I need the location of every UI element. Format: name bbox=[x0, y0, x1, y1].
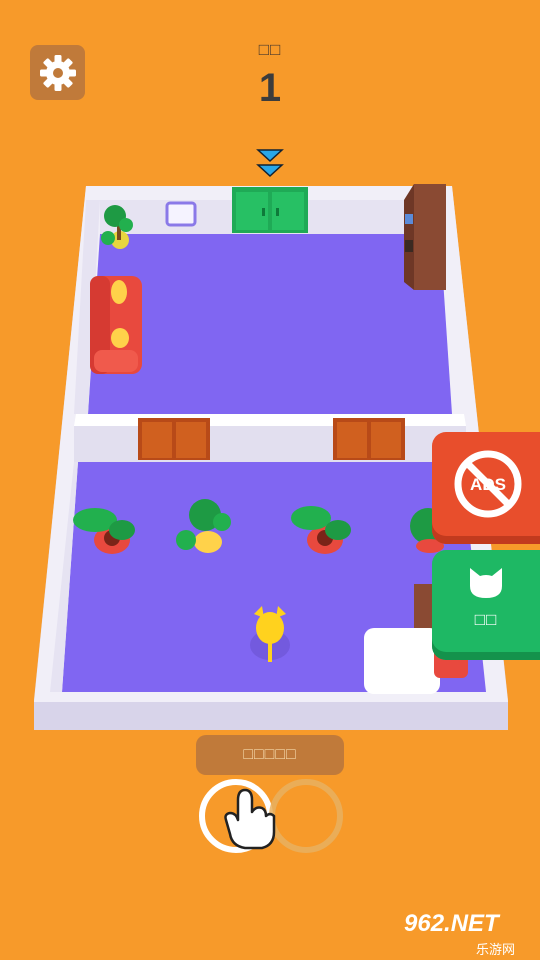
no-ads-icon: ADS bbox=[454, 450, 522, 518]
skins-label: □□ bbox=[474, 610, 498, 629]
cabinet-door bbox=[138, 418, 210, 460]
hint-label: □□□□□ bbox=[196, 735, 344, 775]
picture-frame bbox=[165, 201, 197, 227]
skins-button[interactable]: □□ bbox=[432, 550, 540, 660]
exit-door bbox=[232, 187, 308, 233]
no-ads-button[interactable]: ADS bbox=[432, 432, 540, 544]
bookshelf bbox=[404, 184, 446, 290]
watermark-brand: 962.NET bbox=[404, 910, 499, 937]
watermark-sub: 乐游网 bbox=[476, 942, 516, 957]
couch bbox=[90, 276, 142, 374]
no-ads-text: ADS bbox=[470, 475, 506, 494]
cat-head-icon bbox=[470, 568, 502, 598]
room-floor-upper bbox=[88, 234, 452, 414]
cabinet-door bbox=[333, 418, 405, 460]
watermark-logo: 962.NET 乐游网 bbox=[400, 908, 535, 957]
